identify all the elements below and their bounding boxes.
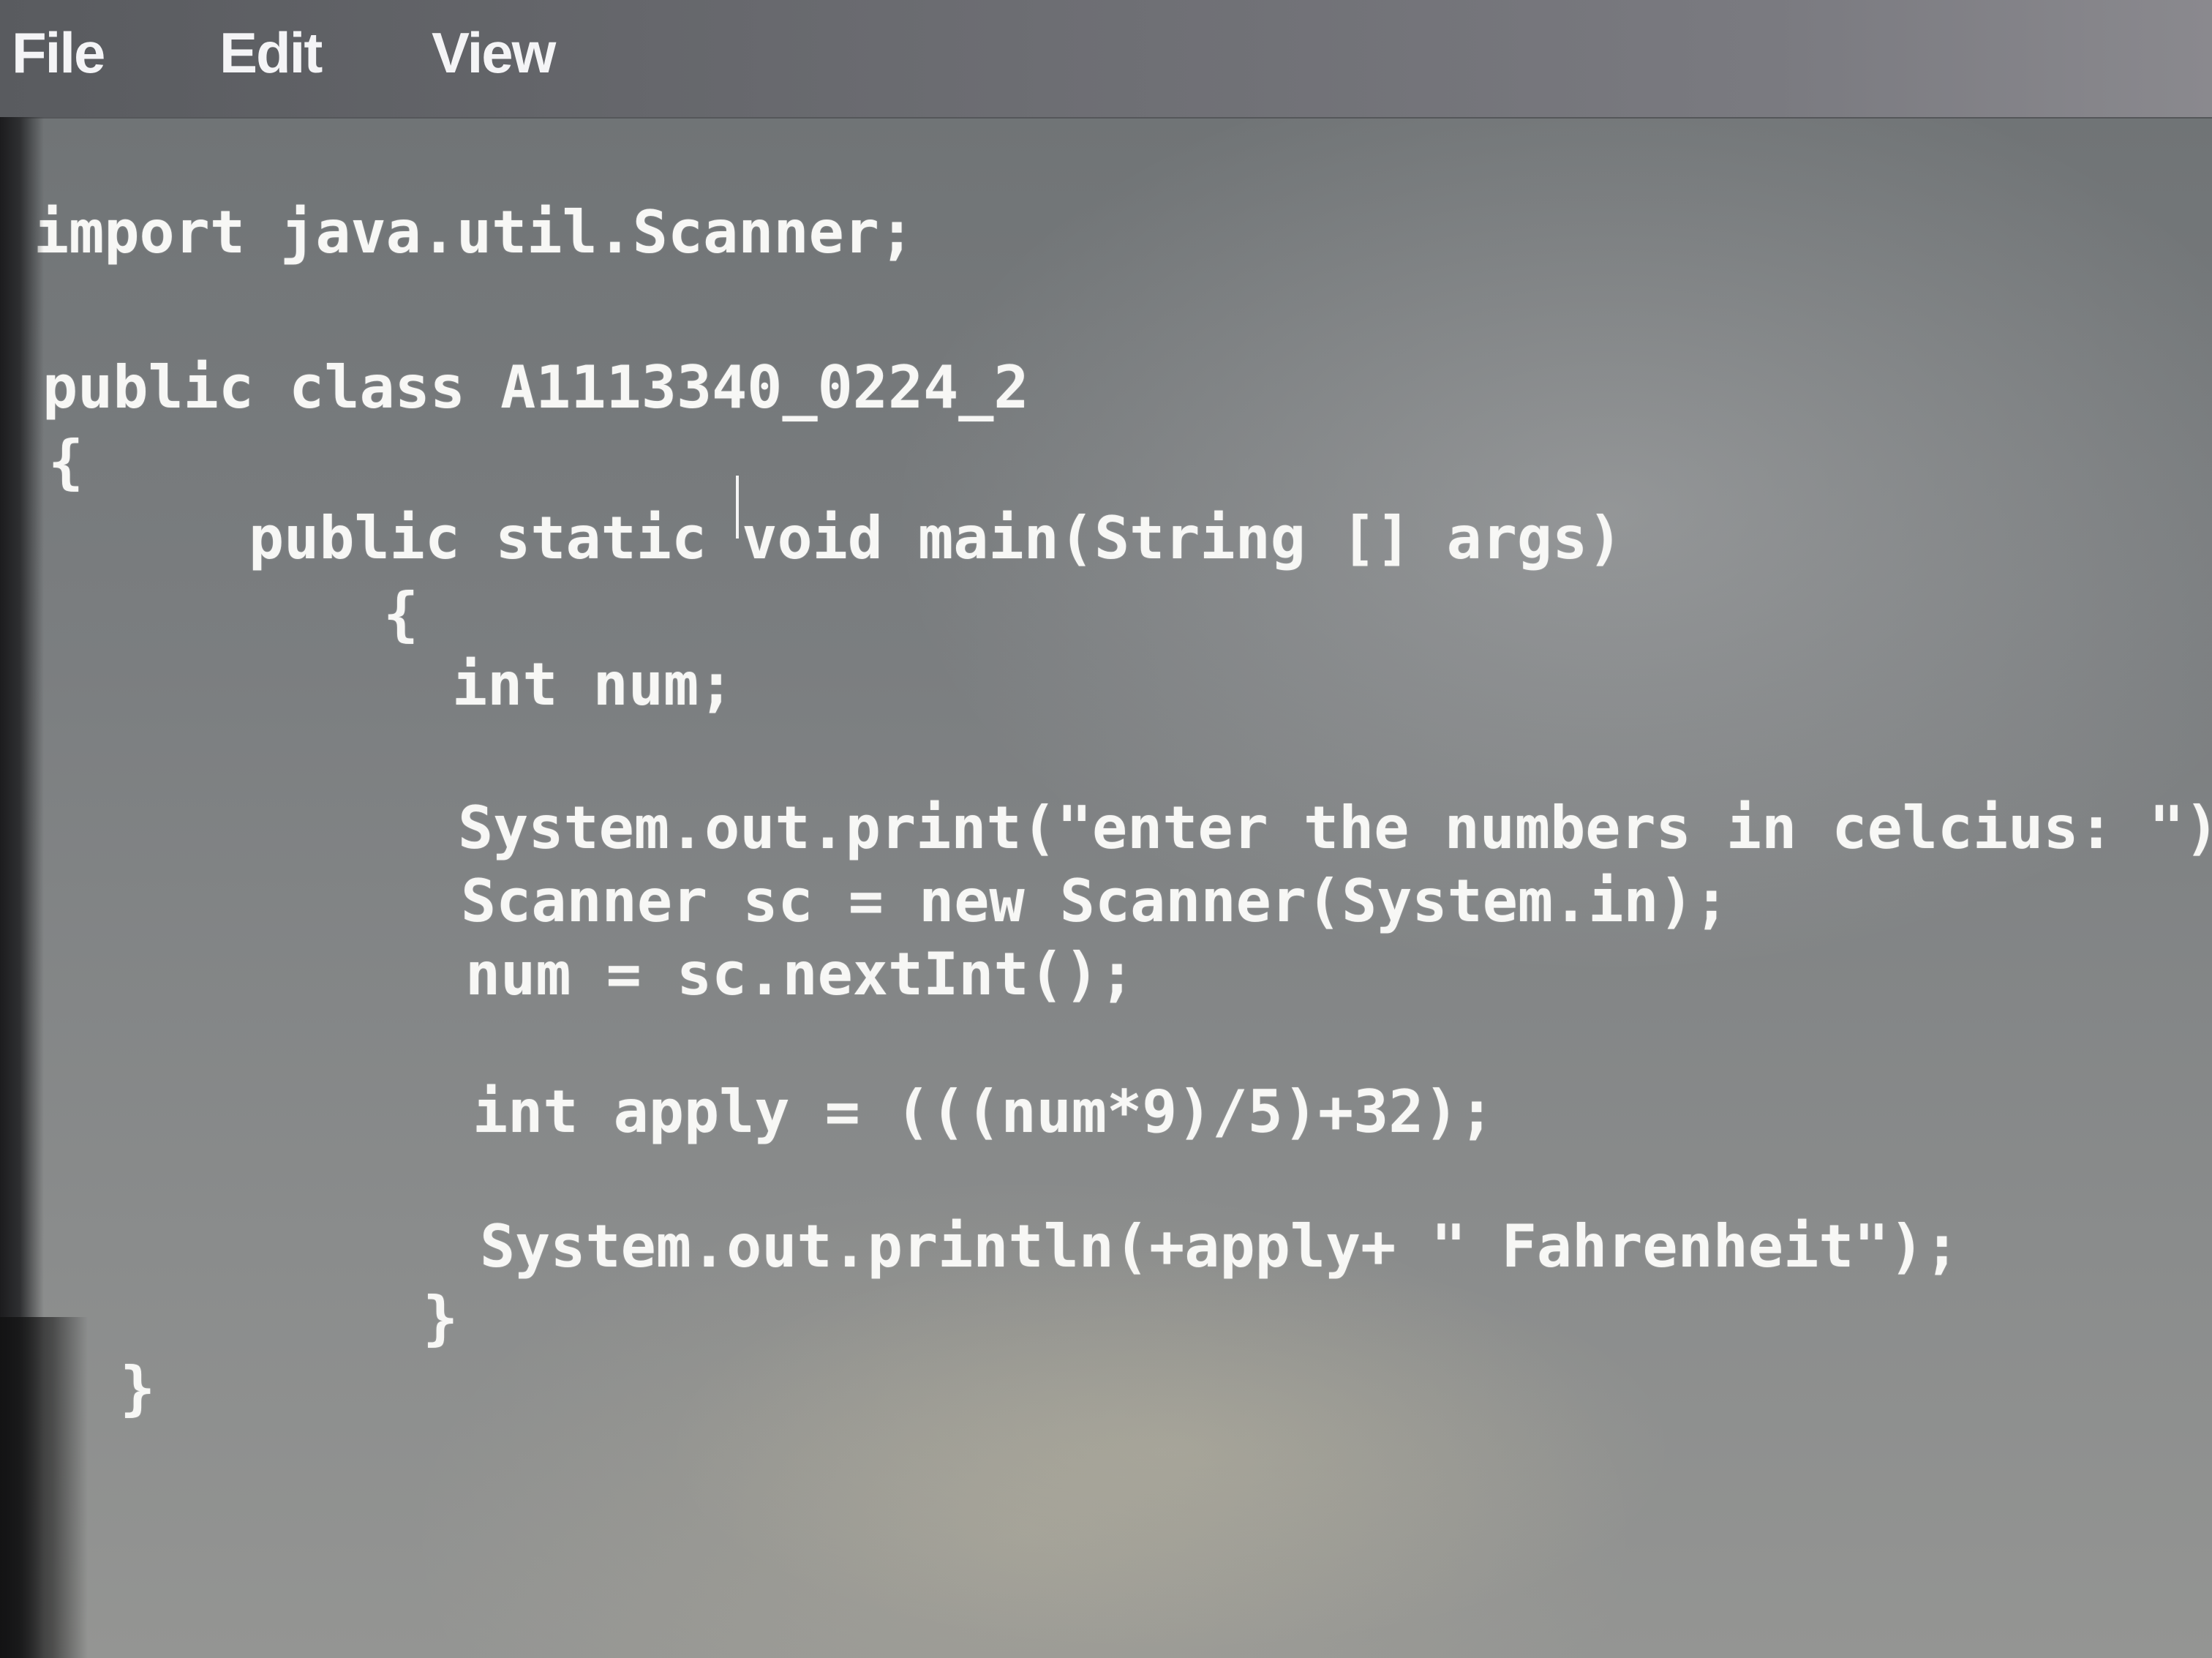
- code-line-scanner[interactable]: Scanner sc = new Scanner(System.in);: [461, 865, 1729, 938]
- code-line-apply[interactable]: int apply = (((num*9)/5)+32);: [473, 1076, 1494, 1149]
- monitor-bezel-shadow: [0, 1317, 88, 1658]
- code-line-println[interactable]: System.out.println(+apply+ " Fahrenheit"…: [480, 1210, 1960, 1283]
- code-line-class-open-brace[interactable]: {: [48, 426, 83, 499]
- menu-file[interactable]: File: [12, 16, 105, 89]
- menu-view[interactable]: View: [432, 16, 556, 89]
- code-line-main-method[interactable]: public static void main(String [] args): [249, 502, 1622, 575]
- code-line-import[interactable]: import java.util.Scanner;: [34, 196, 914, 269]
- menu-bar: File Edit View: [0, 0, 2212, 119]
- code-line-class-close-brace[interactable]: }: [120, 1352, 155, 1425]
- code-line-print-prompt[interactable]: System.out.print("enter the numbers in c…: [458, 792, 2212, 865]
- code-editor[interactable]: import java.util.Scanner; public class A…: [0, 119, 2212, 1658]
- code-line-int-num[interactable]: int num;: [452, 648, 734, 721]
- menu-edit[interactable]: Edit: [219, 16, 323, 89]
- editor-window: File Edit View import java.util.Scanner;…: [0, 0, 2212, 1658]
- code-line-method-open-brace[interactable]: {: [383, 578, 418, 651]
- code-line-class-declaration[interactable]: public class A1113340_0224_2: [42, 351, 1029, 424]
- code-line-next-int[interactable]: num = sc.nextInt();: [465, 938, 1135, 1011]
- code-line-method-close-brace[interactable]: }: [423, 1282, 458, 1355]
- text-cursor: [736, 476, 739, 539]
